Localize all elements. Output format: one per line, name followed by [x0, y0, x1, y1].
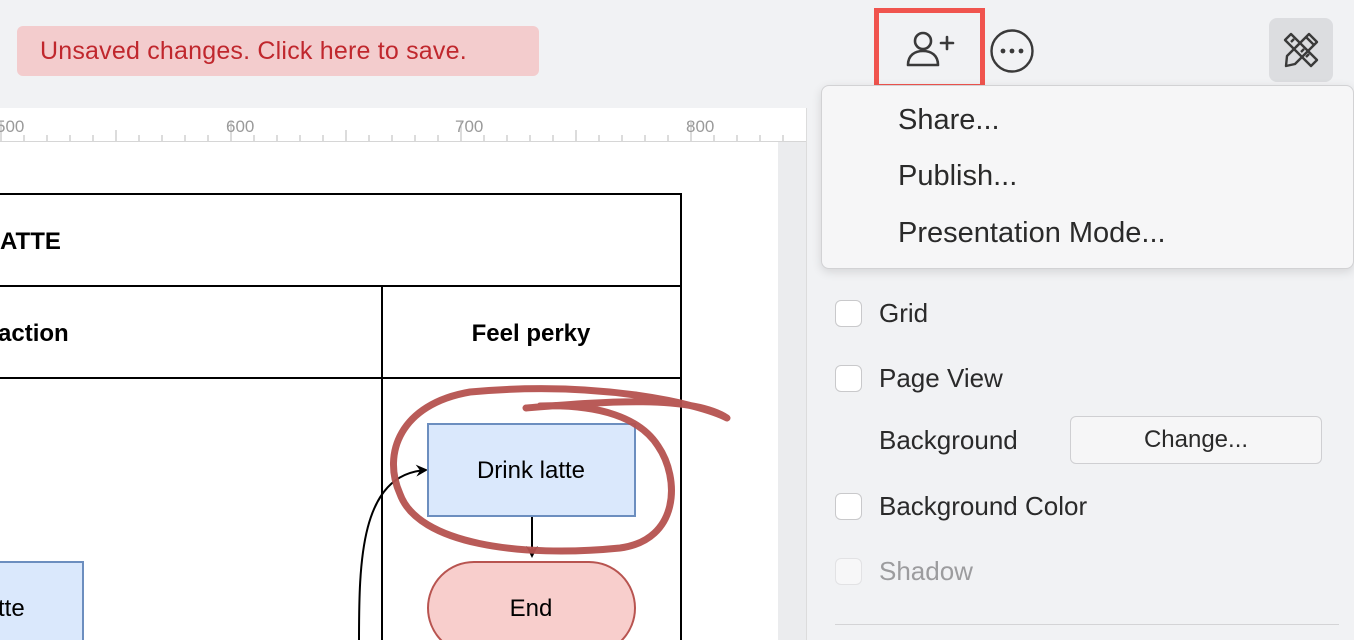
share-button[interactable]	[874, 8, 985, 89]
ruler-label: 800	[686, 117, 715, 136]
ruler-label: 600	[226, 117, 255, 136]
format-panel-button[interactable]	[1269, 18, 1333, 82]
diagram-canvas[interactable]: 500 600 700 800 ATTE action Feel perky	[0, 108, 806, 640]
pool-title: ATTE	[0, 228, 61, 255]
ruler-label: 500	[0, 117, 25, 136]
menu-item-share[interactable]: Share...	[898, 104, 1000, 137]
ruler-label: 700	[455, 117, 484, 136]
horizontal-ruler: 500 600 700 800	[0, 108, 806, 142]
lane-title-right: Feel perky	[472, 320, 591, 347]
process-node-drink-latte-label: Drink latte	[477, 457, 585, 484]
panel-divider	[835, 624, 1339, 625]
change-background-button[interactable]: Change...	[1070, 416, 1322, 464]
terminal-node-end-label: End	[510, 595, 553, 622]
flowchart-diagram: ATTE action Feel perky tte Drink latte E…	[0, 193, 731, 640]
page-view-checkbox[interactable]	[835, 365, 862, 392]
unsaved-changes-button[interactable]: Unsaved changes. Click here to save.	[17, 26, 539, 76]
connector-to-drink-latte[interactable]	[358, 464, 428, 640]
menu-item-publish[interactable]: Publish...	[898, 160, 1017, 193]
background-color-option[interactable]: Background Color	[835, 491, 1087, 522]
background-color-label: Background Color	[879, 491, 1088, 521]
share-menu: Share... Publish... Presentation Mode...	[821, 85, 1354, 269]
background-label: Background	[879, 425, 1018, 455]
grid-label: Grid	[879, 298, 929, 328]
lane-title-left: action	[0, 320, 69, 347]
more-options-button[interactable]	[989, 28, 1035, 74]
more-horizontal-icon	[990, 29, 1034, 73]
background-color-checkbox[interactable]	[835, 493, 862, 520]
grid-checkbox[interactable]	[835, 300, 862, 327]
shadow-option: Shadow	[835, 556, 973, 587]
grid-option[interactable]: Grid	[835, 298, 928, 329]
format-ruler-pencil-icon	[1283, 32, 1319, 68]
shadow-label: Shadow	[879, 556, 973, 586]
shadow-checkbox	[835, 558, 862, 585]
process-node-partial-label: tte	[0, 595, 25, 622]
page-view-option[interactable]: Page View	[835, 363, 1003, 394]
menu-item-presentation-mode[interactable]: Presentation Mode...	[898, 217, 1166, 250]
add-person-icon	[906, 31, 954, 66]
page-view-label: Page View	[879, 363, 1003, 393]
diagram-page[interactable]: ATTE action Feel perky tte Drink latte E…	[0, 142, 778, 640]
